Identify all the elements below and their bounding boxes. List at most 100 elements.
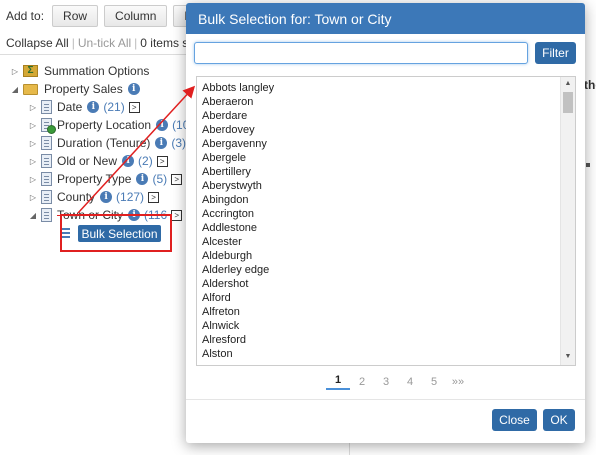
- list-item[interactable]: Alderley edge: [197, 263, 274, 277]
- collapse-triangle-icon[interactable]: ◢: [28, 211, 38, 220]
- item-count: (2): [138, 154, 153, 168]
- tree-node-label: Property Location: [57, 118, 152, 132]
- filter-button[interactable]: Filter: [535, 42, 576, 64]
- info-icon[interactable]: i: [100, 191, 113, 203]
- tree-node-date[interactable]: ▷ Date i (21) >: [28, 98, 140, 116]
- collapse-all-link[interactable]: Collapse All: [6, 36, 69, 50]
- tree-node-label: Summation Options: [44, 64, 150, 78]
- tree-node-property-type[interactable]: ▷ Property Type i (5) >: [28, 170, 183, 188]
- page-next-link[interactable]: »»: [446, 376, 470, 388]
- town-city-listbox[interactable]: Abbots langley Aberaeron Aberdare Aberdo…: [196, 76, 576, 366]
- document-icon: [41, 190, 52, 204]
- item-count: (3): [171, 136, 187, 150]
- town-city-list: Abbots langley Aberaeron Aberdare Aberdo…: [197, 81, 274, 361]
- footer-divider: [186, 399, 585, 400]
- collapse-triangle-icon[interactable]: ◢: [10, 85, 20, 94]
- tree-node-label: County: [57, 190, 96, 204]
- list-item[interactable]: Abbots langley: [197, 81, 274, 95]
- tree-node-old-or-new[interactable]: ▷ Old or New i (2) >: [28, 152, 168, 170]
- expand-triangle-icon[interactable]: ▷: [28, 121, 38, 130]
- document-icon: [41, 136, 52, 150]
- info-icon[interactable]: i: [87, 101, 100, 113]
- expand-box-icon[interactable]: >: [148, 191, 160, 203]
- list-item[interactable]: Aldeburgh: [197, 249, 274, 263]
- tree-node-property-sales[interactable]: ◢ Property Sales i: [10, 80, 140, 98]
- item-count: (127): [116, 190, 145, 204]
- info-icon[interactable]: i: [122, 155, 135, 167]
- listbox-scrollbar[interactable]: ▲ ▼: [560, 77, 575, 365]
- info-icon[interactable]: i: [156, 119, 169, 131]
- document-icon: [41, 172, 52, 186]
- list-item[interactable]: Alnwick: [197, 319, 274, 333]
- expand-box-icon[interactable]: >: [128, 101, 140, 113]
- tree-node-property-location[interactable]: ▷ Property Location i (10: [28, 116, 189, 134]
- page-link-3[interactable]: 3: [374, 376, 398, 388]
- tree-node-county[interactable]: ▷ County i (127) >: [28, 188, 160, 206]
- list-item[interactable]: Alcester: [197, 235, 274, 249]
- dialog-title: Bulk Selection for: Town or City: [186, 3, 585, 34]
- bulk-selection-dialog: Bulk Selection for: Town or City Filter …: [186, 3, 585, 443]
- ok-button[interactable]: OK: [543, 409, 575, 431]
- add-to-row-button[interactable]: Row: [52, 5, 99, 27]
- info-icon[interactable]: i: [127, 83, 140, 95]
- list-item[interactable]: Addlestone: [197, 221, 274, 235]
- untick-all-link[interactable]: Un-tick All: [78, 36, 131, 50]
- subbar-separator: |: [134, 36, 138, 50]
- expand-box-icon[interactable]: >: [171, 209, 183, 221]
- expand-triangle-icon[interactable]: ▷: [28, 157, 38, 166]
- scroll-down-icon[interactable]: ▼: [561, 351, 575, 363]
- expand-triangle-icon[interactable]: ▷: [10, 67, 20, 76]
- tree-node-summation-options[interactable]: ▷ Σ Summation Options: [10, 62, 149, 80]
- scroll-up-icon[interactable]: ▲: [561, 78, 575, 90]
- list-item[interactable]: Aldershot: [197, 277, 274, 291]
- expand-triangle-icon[interactable]: ▷: [28, 175, 38, 184]
- expand-triangle-icon[interactable]: ▷: [28, 139, 38, 148]
- info-icon[interactable]: i: [136, 173, 149, 185]
- list-item[interactable]: Aberdovey: [197, 123, 274, 137]
- tree-actions-bar: Collapse All | Un-tick All | 0 items se: [6, 36, 195, 50]
- tree-node-label: Date: [57, 100, 83, 114]
- list-item[interactable]: Alresford: [197, 333, 274, 347]
- globe-badge-icon: [47, 125, 56, 134]
- document-icon: [41, 100, 52, 114]
- list-item[interactable]: Alford: [197, 291, 274, 305]
- list-item[interactable]: Abergavenny: [197, 137, 274, 151]
- page-link-1[interactable]: 1: [326, 374, 350, 390]
- list-item[interactable]: Accrington: [197, 207, 274, 221]
- tree-node-label: Old or New: [57, 154, 118, 168]
- filter-row: Filter: [194, 42, 577, 64]
- tree-node-duration[interactable]: ▷ Duration (Tenure) i (3): [28, 134, 186, 152]
- list-item[interactable]: Aberystwyth: [197, 179, 274, 193]
- expand-box-icon[interactable]: >: [171, 173, 183, 185]
- scrollbar-thumb[interactable]: [563, 92, 573, 113]
- expand-triangle-icon[interactable]: ▷: [28, 193, 38, 202]
- item-count: (21): [103, 100, 125, 114]
- geo-document-icon: [41, 118, 56, 134]
- page-link-4[interactable]: 4: [398, 376, 422, 388]
- info-icon[interactable]: i: [155, 137, 168, 149]
- item-count: (5): [152, 172, 168, 186]
- document-icon: [41, 154, 52, 168]
- list-item[interactable]: Aberaeron: [197, 95, 274, 109]
- list-item[interactable]: Alston: [197, 347, 274, 361]
- add-to-column-button[interactable]: Column: [104, 5, 168, 27]
- add-to-label: Add to:: [6, 9, 45, 23]
- background-heading-fragment: the: [584, 78, 596, 92]
- pagination: 1 2 3 4 5 »»: [326, 371, 470, 393]
- list-item[interactable]: Alfreton: [197, 305, 274, 319]
- document-icon: [41, 208, 52, 222]
- expand-box-icon[interactable]: >: [156, 155, 168, 167]
- close-button[interactable]: Close: [492, 409, 537, 431]
- page-link-2[interactable]: 2: [350, 376, 374, 388]
- expand-triangle-icon[interactable]: ▷: [28, 103, 38, 112]
- list-item[interactable]: Abergele: [197, 151, 274, 165]
- annotation-highlight-box: [60, 214, 172, 252]
- folder-icon: [23, 83, 38, 95]
- page-link-5[interactable]: 5: [422, 376, 446, 388]
- list-item[interactable]: Aberdare: [197, 109, 274, 123]
- tree-node-label: Duration (Tenure): [57, 136, 151, 150]
- tree-node-label: Property Sales: [44, 82, 123, 96]
- list-item[interactable]: Abertillery: [197, 165, 274, 179]
- filter-input[interactable]: [194, 42, 528, 64]
- list-item[interactable]: Abingdon: [197, 193, 274, 207]
